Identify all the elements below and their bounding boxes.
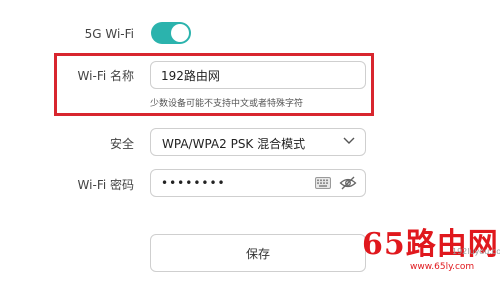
toggle-knob [171, 24, 189, 42]
security-select[interactable]: WPA/WPA2 PSK 混合模式 [150, 128, 366, 156]
watermark-url: www.65ly.com [410, 262, 475, 272]
security-label: 安全 [109, 137, 134, 151]
ssid-field[interactable] [150, 61, 366, 89]
ssid-label: Wi-Fi 名称 [77, 69, 134, 83]
watermark-logo: 65路由网 [362, 227, 499, 262]
eye-off-icon[interactable] [339, 175, 357, 191]
password-input[interactable] [151, 170, 301, 196]
password-label: Wi-Fi 密码 [77, 178, 134, 192]
wifi-5g-label: 5G Wi-Fi [84, 27, 134, 41]
watermark-domain: 192luyou.com [452, 247, 500, 256]
save-button[interactable]: 保存 [150, 234, 366, 272]
ssid-input[interactable] [151, 62, 301, 88]
security-selected-value: WPA/WPA2 PSK 混合模式 [162, 137, 306, 151]
chevron-down-icon[interactable] [343, 137, 355, 145]
keyboard-icon[interactable] [315, 177, 331, 189]
password-field[interactable] [150, 169, 366, 197]
wifi-5g-toggle[interactable] [151, 22, 191, 44]
ssid-hint: 少数设备可能不支持中文或者特殊字符 [150, 99, 304, 109]
